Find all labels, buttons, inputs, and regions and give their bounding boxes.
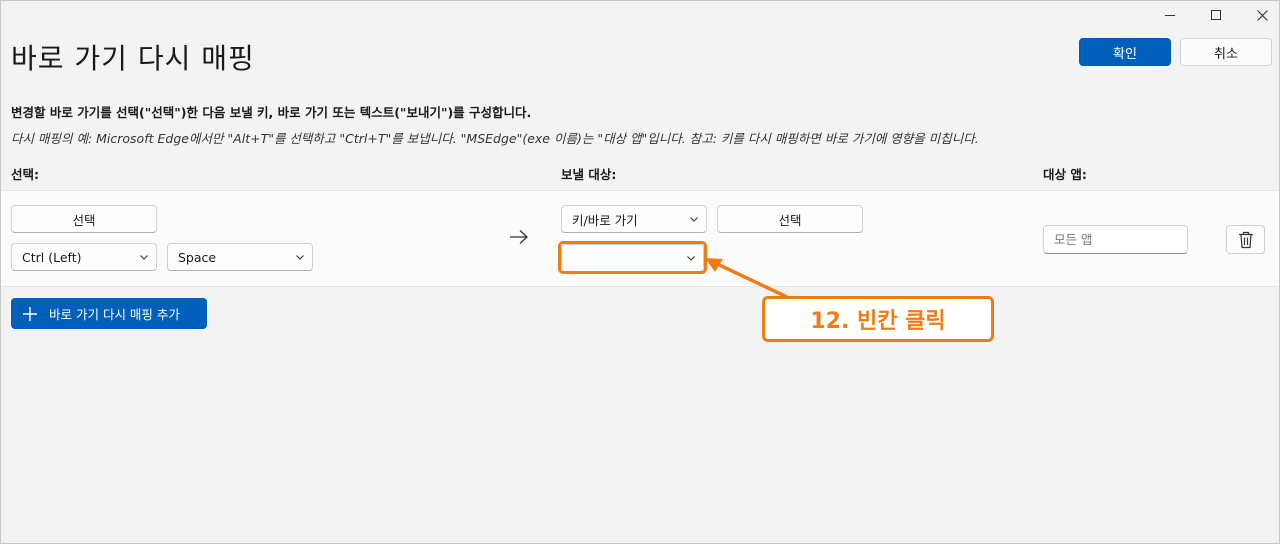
cancel-button[interactable]: 취소 xyxy=(1180,38,1272,66)
maximize-icon xyxy=(1211,10,1221,20)
close-button[interactable] xyxy=(1239,1,1280,29)
close-icon xyxy=(1256,9,1268,21)
target-app-input[interactable] xyxy=(1043,225,1188,254)
select-shortcut-label: 선택 xyxy=(72,212,96,228)
maximize-button[interactable] xyxy=(1193,1,1239,29)
key-dropdown[interactable]: Space xyxy=(167,243,313,271)
delete-row-button[interactable] xyxy=(1226,225,1265,254)
target-app-column-header: 대상 앱: xyxy=(1043,167,1087,182)
add-shortcut-remap-button[interactable]: 바로 가기 다시 매핑 추가 xyxy=(11,298,207,329)
arrow-right-icon xyxy=(510,230,528,244)
title-bar xyxy=(1,1,1280,29)
send-type-value: 키/바로 가기 xyxy=(572,212,638,228)
send-to-column-header: 보낼 대상: xyxy=(561,167,617,182)
plus-icon xyxy=(11,306,49,322)
modifier-key-dropdown[interactable]: Ctrl (Left) xyxy=(11,243,157,271)
send-type-dropdown[interactable]: 키/바로 가기 xyxy=(561,205,707,233)
page-title: 바로 가기 다시 매핑 xyxy=(11,42,255,75)
minimize-button[interactable] xyxy=(1147,1,1193,29)
confirm-button[interactable]: 확인 xyxy=(1079,38,1171,66)
chevron-down-icon xyxy=(679,253,703,263)
key-value: Space xyxy=(178,249,217,265)
trash-icon xyxy=(1238,231,1253,248)
add-shortcut-remap-label: 바로 가기 다시 매핑 추가 xyxy=(49,307,180,322)
send-select-button[interactable]: 선택 xyxy=(717,205,863,233)
send-key-dropdown[interactable] xyxy=(561,244,704,272)
example-text: 다시 매핑의 예: Microsoft Edge에서만 "Alt+T"를 선택하… xyxy=(11,131,979,146)
send-select-label: 선택 xyxy=(778,212,802,228)
annotation-callout: 12. 빈칸 클릭 xyxy=(762,296,994,342)
instructions-text: 변경할 바로 가기를 선택("선택")한 다음 보낼 키, 바로 가기 또는 텍… xyxy=(11,105,532,120)
minimize-icon xyxy=(1165,14,1175,16)
chevron-down-icon xyxy=(132,252,156,262)
remap-shortcuts-window: 바로 가기 다시 매핑 확인 취소 변경할 바로 가기를 선택("선택")한 다… xyxy=(0,0,1280,544)
chevron-down-icon xyxy=(682,214,706,224)
select-column-header: 선택: xyxy=(11,167,39,182)
chevron-down-icon xyxy=(288,252,312,262)
select-shortcut-button[interactable]: 선택 xyxy=(11,205,157,233)
modifier-key-value: Ctrl (Left) xyxy=(22,249,82,265)
